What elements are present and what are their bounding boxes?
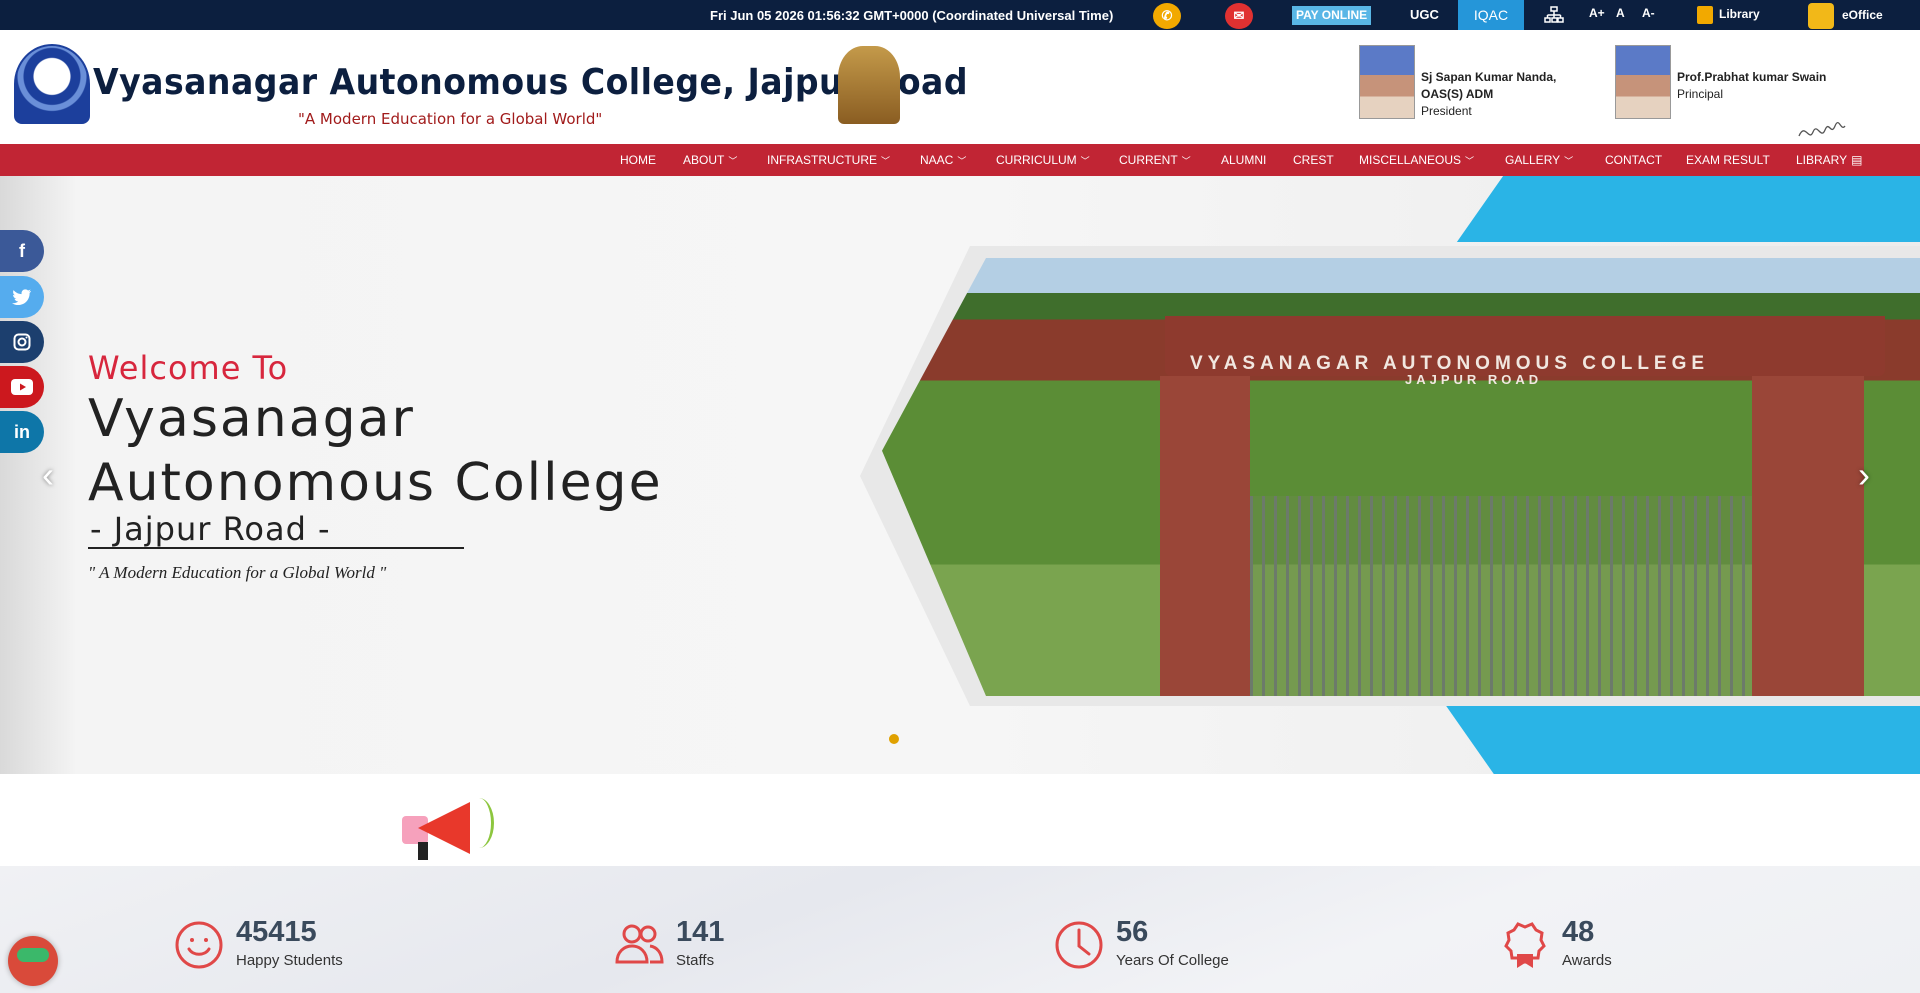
sitemap-icon[interactable] — [1544, 6, 1564, 27]
president-role: President — [1421, 104, 1472, 118]
chevron-down-icon: ﹀ — [1181, 156, 1191, 166]
eoffice-link[interactable]: eOffice — [1808, 3, 1883, 29]
hero-title-line3: - Jajpur Road - — [90, 510, 331, 548]
font-decrease-button[interactable]: A- — [1642, 6, 1655, 20]
pay-online-floating-button[interactable] — [8, 936, 58, 986]
stat-value: 56 — [1116, 916, 1149, 948]
nav-exam-result[interactable]: EXAM RESULT — [1686, 153, 1770, 167]
chevron-down-icon: ﹀ — [957, 156, 967, 166]
datetime-display: Fri Jun 05 2026 01:56:32 GMT+0000 (Coord… — [710, 8, 1114, 23]
stat-label: Awards — [1562, 952, 1612, 969]
font-normal-button[interactable]: A — [1616, 6, 1625, 20]
statue-image — [838, 46, 900, 124]
president-designation: OAS(S) ADM — [1421, 87, 1494, 101]
college-tagline: "A Modern Education for a Global World" — [298, 110, 603, 128]
book-icon — [1697, 6, 1713, 24]
ugc-link[interactable]: UGC — [1410, 7, 1439, 22]
hero-title-line2: Autonomous College — [88, 453, 663, 513]
book-icon: ▤ — [1851, 153, 1863, 167]
nav-infrastructure[interactable]: INFRASTRUCTURE ﹀ — [767, 153, 890, 167]
nav-curriculum[interactable]: CURRICULUM ﹀ — [996, 153, 1090, 167]
font-increase-button[interactable]: A+ — [1589, 6, 1605, 20]
iqac-link[interactable]: IQAC — [1458, 0, 1524, 30]
award-icon — [1500, 920, 1548, 968]
stat-value: 48 — [1562, 916, 1595, 948]
arch-subtext: JAJPUR ROAD — [1405, 372, 1543, 387]
chevron-down-icon: ﹀ — [881, 156, 891, 166]
stat-value: 45415 — [236, 916, 317, 948]
twitter-icon[interactable] — [0, 276, 44, 318]
top-bar: Fri Jun 05 2026 01:56:32 GMT+0000 (Coord… — [0, 0, 1920, 30]
hero-slider: VYASANAGAR AUTONOMOUS COLLEGE JAJPUR ROA… — [0, 176, 1920, 774]
notice-section — [0, 774, 1920, 866]
pay-online-button[interactable]: PAY ONLINE — [1292, 6, 1372, 25]
nav-gallery[interactable]: GALLERY ﹀ — [1505, 153, 1573, 167]
eoffice-icon — [1808, 3, 1834, 29]
smiley-icon — [174, 920, 223, 969]
youtube-icon[interactable] — [0, 366, 44, 408]
college-name: Vyasanagar Autonomous College, Jajpur Ro… — [93, 62, 969, 103]
nav-home[interactable]: HOME — [620, 153, 656, 167]
principal-photo — [1615, 45, 1671, 119]
president-photo — [1359, 45, 1415, 119]
nav-alumni[interactable]: ALUMNI — [1221, 153, 1266, 167]
stat-label: Staffs — [676, 952, 715, 969]
phone-icon[interactable]: ✆ — [1153, 3, 1181, 29]
slider-dot-active[interactable] — [889, 734, 899, 744]
site-header: Vyasanagar Autonomous College, Jajpur Ro… — [0, 30, 1920, 144]
gate-pillar — [1752, 376, 1864, 696]
nav-contact[interactable]: CONTACT — [1605, 153, 1662, 167]
instagram-icon[interactable] — [0, 321, 44, 363]
clock-icon — [1054, 920, 1103, 969]
nav-crest[interactable]: CREST — [1293, 153, 1334, 167]
president-card: Sj Sapan Kumar Nanda, OAS(S) ADM Preside… — [1359, 45, 1556, 120]
facebook-icon[interactable]: f — [0, 230, 44, 272]
main-nav: HOME ABOUT ﹀ INFRASTRUCTURE ﹀ NAAC ﹀ CURRIC… — [0, 144, 1920, 176]
eoffice-label: eOffice — [1842, 8, 1883, 23]
nav-naac[interactable]: NAAC ﹀ — [920, 153, 966, 167]
hero-welcome: Welcome To — [88, 349, 289, 387]
gate-pillar — [1160, 376, 1250, 696]
hero-title-line1: Vyasanagar — [88, 389, 415, 449]
hero-underline — [88, 547, 464, 549]
chevron-down-icon: ﹀ — [1564, 156, 1574, 166]
chevron-down-icon: ﹀ — [728, 156, 738, 166]
hero-decor-stripe — [1456, 176, 1920, 242]
library-label: Library — [1719, 7, 1760, 22]
principal-card: Prof.Prabhat kumar Swain Principal — [1615, 45, 1826, 119]
stat-label: Happy Students — [236, 952, 343, 969]
stat-value: 141 — [676, 916, 725, 948]
pay-badge — [17, 948, 49, 962]
gate-grill — [1250, 496, 1752, 696]
chevron-down-icon: ﹀ — [1080, 156, 1090, 166]
slider-prev-arrow[interactable]: ‹ — [42, 454, 54, 496]
nav-library[interactable]: LIBRARY ▤ — [1796, 153, 1862, 167]
principal-role: Principal — [1677, 87, 1724, 101]
people-icon — [614, 920, 664, 968]
principal-name: Prof.Prabhat kumar Swain — [1677, 70, 1827, 84]
nav-about[interactable]: ABOUT ﹀ — [683, 153, 737, 167]
chevron-down-icon: ﹀ — [1465, 156, 1475, 166]
stats-section: 45415 Happy Students 141 Staffs 56 Years… — [0, 866, 1920, 993]
college-logo[interactable] — [14, 44, 90, 124]
president-name: Sj Sapan Kumar Nanda, — [1421, 70, 1557, 84]
hero-decor-stripe — [1446, 706, 1920, 774]
linkedin-icon[interactable]: in — [0, 411, 44, 453]
hero-motto: " A Modern Education for a Global World … — [88, 563, 387, 582]
nav-miscellaneous[interactable]: MISCELLANEOUS ﹀ — [1359, 153, 1474, 167]
library-link[interactable]: Library — [1697, 6, 1760, 24]
mail-icon[interactable]: ✉ — [1225, 3, 1253, 29]
megaphone-icon — [398, 792, 498, 862]
slider-next-arrow[interactable]: › — [1858, 454, 1870, 496]
nav-current[interactable]: CURRENT ﹀ — [1119, 153, 1191, 167]
stat-label: Years Of College — [1116, 952, 1229, 969]
